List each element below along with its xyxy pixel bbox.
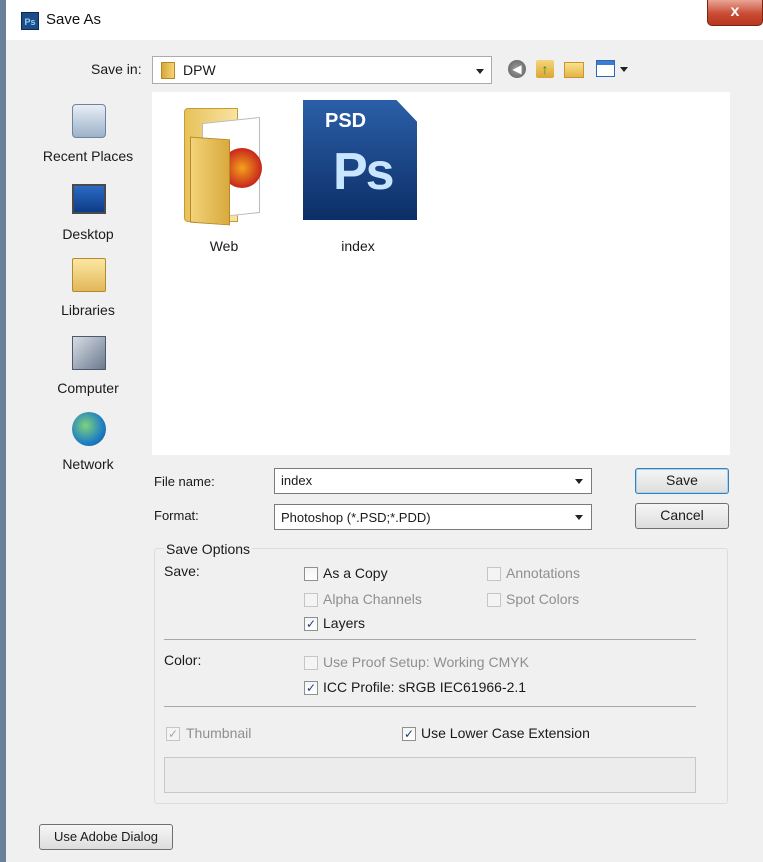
format-label: Format: [154, 508, 199, 523]
as-a-copy-checkbox[interactable] [304, 567, 318, 581]
title-bar: Ps Save As x [6, 0, 763, 40]
views-menu-icon [596, 60, 615, 77]
layers-checkbox[interactable]: ✓ [304, 617, 318, 631]
divider [164, 706, 696, 707]
warning-message-box [164, 757, 696, 793]
place-label: Recent Places [42, 148, 134, 164]
alpha-channels-checkbox[interactable] [304, 593, 318, 607]
save-in-label: Save in: [91, 61, 142, 77]
libraries-icon [72, 258, 106, 292]
place-network[interactable]: Network [28, 406, 148, 482]
psd-file-icon: PSD Ps [303, 100, 417, 226]
file-name-label: Web [209, 238, 239, 254]
new-folder-button[interactable] [564, 60, 584, 80]
folder-icon [180, 100, 268, 226]
divider [164, 639, 696, 640]
folder-icon [161, 62, 175, 79]
places-bar: Recent Places Desktop Libraries Computer… [28, 92, 148, 482]
chevron-down-icon [575, 515, 583, 520]
place-label: Network [62, 456, 114, 472]
save-button[interactable]: Save [635, 468, 729, 494]
up-folder-icon: ↑ [536, 60, 554, 78]
views-menu-button[interactable] [596, 60, 630, 80]
icc-profile-label: ICC Profile: sRGB IEC61966-2.1 [323, 679, 527, 695]
color-label: Color: [164, 652, 202, 668]
thumbnail-label: Thumbnail [186, 725, 252, 741]
chevron-down-icon [476, 69, 484, 74]
save-label: Save: [164, 563, 200, 579]
file-name-value: index [281, 473, 313, 488]
save-in-value: DPW [183, 62, 216, 78]
window-title: Save As [46, 11, 102, 28]
file-name-input[interactable]: index [274, 468, 592, 494]
use-adobe-dialog-button[interactable]: Use Adobe Dialog [39, 824, 173, 850]
place-desktop[interactable]: Desktop [28, 176, 148, 252]
save-in-dropdown[interactable]: DPW [152, 56, 492, 84]
place-label: Desktop [62, 226, 114, 242]
spot-colors-label: Spot Colors [506, 591, 580, 607]
lower-case-extension-label: Use Lower Case Extension [421, 725, 590, 741]
icc-profile-checkbox[interactable]: ✓ [304, 681, 318, 695]
place-label: Libraries [61, 302, 115, 318]
lower-case-extension-checkbox[interactable]: ✓ [402, 727, 416, 741]
save-options-title: Save Options [164, 541, 253, 557]
as-a-copy-label: As a Copy [323, 565, 388, 581]
place-computer[interactable]: Computer [28, 330, 148, 406]
ps-glyph: Ps [333, 143, 395, 201]
new-folder-icon [564, 62, 584, 78]
up-one-level-button[interactable]: ↑ [536, 60, 556, 80]
spot-colors-checkbox[interactable] [487, 593, 501, 607]
chevron-down-icon[interactable] [575, 479, 583, 484]
annotations-checkbox[interactable] [487, 567, 501, 581]
layers-label: Layers [323, 615, 366, 631]
format-value: Photoshop (*.PSD;*.PDD) [281, 510, 431, 525]
file-name-label: File name: [154, 474, 215, 489]
format-dropdown[interactable]: Photoshop (*.PSD;*.PDD) [274, 504, 592, 530]
chevron-down-icon [620, 67, 628, 72]
back-button[interactable]: ◀ [508, 60, 528, 80]
annotations-label: Annotations [506, 565, 580, 581]
psd-badge: PSD [325, 110, 367, 132]
save-as-dialog: Ps Save As x Save in: DPW ◀ ↑ Recent Pla… [0, 0, 763, 862]
computer-icon [72, 336, 106, 370]
place-recent-places[interactable]: Recent Places [28, 98, 148, 174]
file-name-label: index [341, 238, 375, 254]
file-list[interactable]: Web PSD Ps index [152, 92, 730, 455]
use-proof-setup-label: Use Proof Setup: Working CMYK [323, 654, 529, 670]
place-libraries[interactable]: Libraries [28, 252, 148, 328]
close-button[interactable]: x [707, 0, 763, 26]
place-label: Computer [57, 380, 119, 396]
desktop-icon [72, 184, 106, 214]
cancel-button[interactable]: Cancel [635, 503, 729, 529]
thumbnail-checkbox[interactable]: ✓ [166, 727, 180, 741]
photoshop-app-icon: Ps [21, 12, 39, 30]
use-proof-setup-checkbox[interactable] [304, 656, 318, 670]
network-icon [72, 412, 106, 446]
recent-places-icon [72, 104, 106, 138]
back-icon: ◀ [508, 60, 526, 78]
alpha-channels-label: Alpha Channels [323, 591, 422, 607]
